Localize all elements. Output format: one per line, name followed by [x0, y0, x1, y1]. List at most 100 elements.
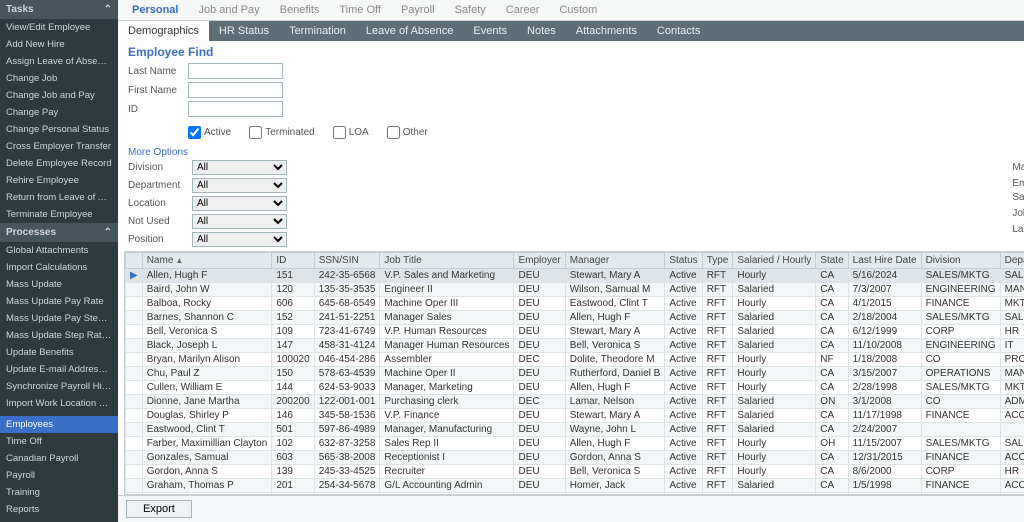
loa-checkbox[interactable] — [333, 126, 346, 139]
table-row[interactable]: Bryan, Marilyn Alison100020046-454-286As… — [126, 353, 1024, 367]
sidebar-bottom-item[interactable]: Setup — [0, 518, 118, 522]
table-row[interactable]: Graham, Thomas P201254-34-5678G/L Accoun… — [126, 479, 1024, 493]
active-checkbox[interactable] — [188, 126, 201, 139]
sidebar-group-header[interactable]: Processes⌃ — [0, 223, 118, 242]
grid-header[interactable]: Status — [665, 253, 702, 269]
sidebar-item[interactable]: Assign Leave of Absence — [0, 53, 118, 70]
table-row[interactable]: Bell, Veronica S109723-41-6749V.P. Human… — [126, 325, 1024, 339]
position-select[interactable]: All — [192, 232, 287, 247]
sub-tab[interactable]: Termination — [279, 21, 356, 41]
table-row[interactable]: Gordon, Anna S139245-33-4525RecruiterDEU… — [126, 465, 1024, 479]
sidebar-bottom-item[interactable]: Canadian Payroll — [0, 450, 118, 467]
sidebar-item[interactable]: Change Pay — [0, 104, 118, 121]
top-tab[interactable]: Custom — [555, 2, 601, 18]
grid-header[interactable]: Type — [702, 253, 733, 269]
table-row[interactable]: Barnes, Shannon C152241-51-2251Manager S… — [126, 311, 1024, 325]
table-row[interactable]: Farber, Maximillian Clayton102632-87-325… — [126, 437, 1024, 451]
sub-tab[interactable]: HR Status — [209, 21, 279, 41]
sidebar-item[interactable]: Import Work Location Data — [0, 395, 118, 412]
grid-header[interactable]: Employer — [514, 253, 565, 269]
active-check[interactable]: Active — [188, 126, 231, 139]
grid-header[interactable] — [126, 253, 143, 269]
terminated-checkbox[interactable] — [249, 126, 262, 139]
loa-check[interactable]: LOA — [333, 126, 369, 139]
id-input[interactable] — [188, 101, 283, 117]
grid-header[interactable]: Name▲ — [142, 253, 272, 269]
division-select[interactable]: All — [192, 160, 287, 175]
grid-header[interactable]: SSN/SIN — [314, 253, 380, 269]
table-row[interactable]: Balboa, Rocky606645-68-6549Machine Oper … — [126, 297, 1024, 311]
sidebar-group-header[interactable]: Tasks⌃ — [0, 0, 118, 19]
table-row[interactable]: Baird, John W120135-35-3535Engineer IIDE… — [126, 283, 1024, 297]
sidebar-item[interactable]: Mass Update Pay Rate — [0, 293, 118, 310]
table-row[interactable]: Eastwood, Clint T501597-86-4989Manager, … — [126, 423, 1024, 437]
sub-tab[interactable]: Notes — [517, 21, 566, 41]
sidebar-item[interactable]: Rehire Employee — [0, 172, 118, 189]
table-row[interactable]: Dionne, Jane Martha200200122-001-001Purc… — [126, 395, 1024, 409]
employee-grid[interactable]: Name▲IDSSN/SINJob TitleEmployerManagerSt… — [124, 251, 1024, 495]
other-checkbox[interactable] — [387, 126, 400, 139]
sidebar-bottom-item[interactable]: Payroll — [0, 467, 118, 484]
sidebar-item[interactable]: Mass Update — [0, 276, 118, 293]
last-name-input[interactable] — [188, 63, 283, 79]
sidebar-item[interactable]: Add New Hire — [0, 36, 118, 53]
top-tab[interactable]: Safety — [451, 2, 490, 18]
notused-select[interactable]: All — [192, 214, 287, 229]
department-select[interactable]: All — [192, 178, 287, 193]
top-tab[interactable]: Payroll — [397, 2, 439, 18]
location-select[interactable]: All — [192, 196, 287, 211]
sidebar-item[interactable]: Cross Employer Transfer — [0, 138, 118, 155]
grid-header[interactable]: Manager — [565, 253, 665, 269]
grid-header[interactable]: Division — [921, 253, 1000, 269]
grid-header[interactable]: ID — [272, 253, 314, 269]
table-row[interactable]: Gonzales, Samual603565-38-2008Receptioni… — [126, 451, 1024, 465]
sidebar-item[interactable]: Terminate Employee — [0, 206, 118, 223]
sidebar-item[interactable]: Change Job — [0, 70, 118, 87]
top-tab[interactable]: Job and Pay — [194, 2, 263, 18]
table-row[interactable]: Black, Joseph L147458-31-4124Manager Hum… — [126, 339, 1024, 353]
sidebar-item[interactable]: Update Benefits — [0, 344, 118, 361]
sidebar-item[interactable]: Change Job and Pay — [0, 87, 118, 104]
sidebar-item[interactable]: Change Personal Status — [0, 121, 118, 138]
sidebar-item[interactable]: Global Attachments — [0, 242, 118, 259]
sidebar-item[interactable]: Return from Leave of Absence — [0, 189, 118, 206]
sidebar-bottom-item[interactable]: Reports — [0, 501, 118, 518]
sub-tab[interactable]: Contacts — [647, 21, 710, 41]
table-row[interactable]: ▶Allen, Hugh F151242-35-6568V.P. Sales a… — [126, 269, 1024, 283]
table-row[interactable]: Chu, Paul Z150578-63-4539Machine Oper II… — [126, 367, 1024, 381]
export-button[interactable]: Export — [126, 500, 192, 518]
sub-tab[interactable]: Leave of Absence — [356, 21, 463, 41]
sidebar-item[interactable]: Synchronize Payroll History — [0, 378, 118, 395]
more-options-link[interactable]: More Options — [128, 147, 1024, 158]
top-tab[interactable]: Time Off — [335, 2, 385, 18]
sub-tab[interactable]: Attachments — [566, 21, 647, 41]
terminated-check[interactable]: Terminated — [249, 126, 314, 139]
sub-tab[interactable]: Events — [463, 21, 517, 41]
main: Personal Job and Pay Benefits Time Off Payro… — [118, 0, 1024, 522]
table-row[interactable]: Haley III, John Rees100050624-771-895A/P… — [126, 493, 1024, 496]
last-name-label: Last Name — [128, 66, 188, 77]
sidebar-bottom-item[interactable]: Employees — [0, 416, 118, 433]
grid-header[interactable]: Department — [1000, 253, 1024, 269]
sidebar-item[interactable]: Mass Update Pay Step Rate — [0, 310, 118, 327]
top-tab[interactable]: Career — [502, 2, 544, 18]
sidebar-bottom-item[interactable]: Training — [0, 484, 118, 501]
first-name-input[interactable] — [188, 82, 283, 98]
table-row[interactable]: Douglas, Shirley P146345-58-1536V.P. Fin… — [126, 409, 1024, 423]
top-tab[interactable]: Benefits — [276, 2, 324, 18]
top-tab[interactable]: Personal — [128, 2, 182, 18]
grid-header[interactable]: Salaried / Hourly — [733, 253, 816, 269]
sidebar-bottom-item[interactable]: Time Off — [0, 433, 118, 450]
sidebar-item[interactable]: Import Calculations — [0, 259, 118, 276]
other-check[interactable]: Other — [387, 126, 428, 139]
grid-header[interactable]: Last Hire Date — [848, 253, 921, 269]
grid-header[interactable]: Job Title — [380, 253, 514, 269]
sidebar-item[interactable]: Update E-mail Addresses — [0, 361, 118, 378]
sidebar-item[interactable]: Mass Update Step Rate Service — [0, 327, 118, 344]
grid-header[interactable]: State — [816, 253, 848, 269]
sidebar-item[interactable]: Delete Employee Record — [0, 155, 118, 172]
sub-tab[interactable]: Demographics — [118, 21, 209, 41]
sidebar-item[interactable]: View/Edit Employee — [0, 19, 118, 36]
table-row[interactable]: Cullen, William E144624-53-9033Manager, … — [126, 381, 1024, 395]
id-label: ID — [128, 104, 188, 115]
